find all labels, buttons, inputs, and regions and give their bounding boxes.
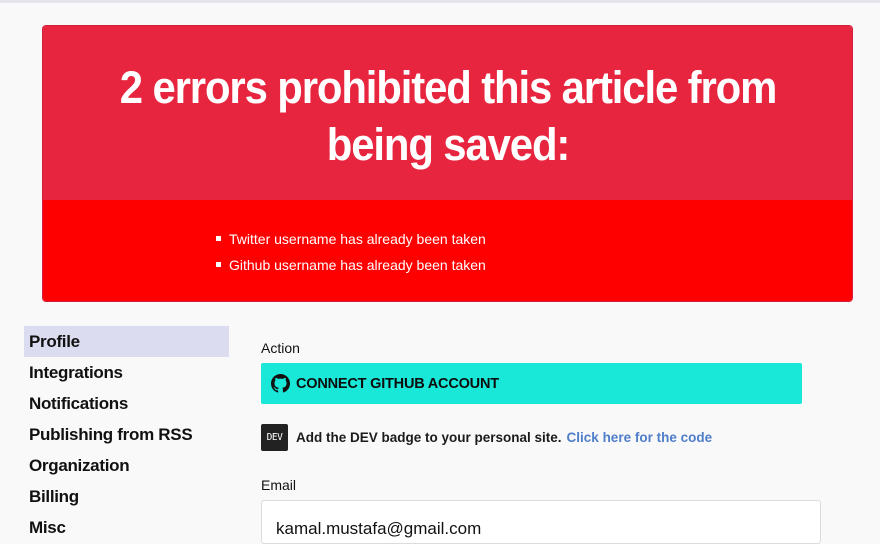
error-title: 2 errors prohibited this article from be… — [119, 62, 776, 170]
top-strip — [0, 0, 880, 3]
connect-github-label: CONNECT GITHUB ACCOUNT — [296, 375, 499, 392]
error-list: Twitter username has already been taken … — [43, 226, 852, 278]
error-body: Twitter username has already been taken … — [43, 200, 852, 301]
sidebar-item-billing[interactable]: Billing — [24, 481, 229, 512]
dev-logo-icon: DEV — [261, 424, 288, 451]
settings-sidebar: Profile Integrations Notifications Publi… — [24, 326, 229, 543]
sidebar-item-notifications[interactable]: Notifications — [24, 388, 229, 419]
bullet-icon — [216, 236, 221, 241]
connect-github-button[interactable]: CONNECT GITHUB ACCOUNT — [261, 363, 802, 404]
profile-settings-form: Action CONNECT GITHUB ACCOUNT DEV Add th… — [261, 339, 821, 544]
sidebar-item-publishing-from-rss[interactable]: Publishing from RSS — [24, 419, 229, 450]
badge-description: Add the DEV badge to your personal site. — [296, 430, 562, 445]
sidebar-item-profile[interactable]: Profile — [24, 326, 229, 357]
error-item: Github username has already been taken — [216, 252, 852, 278]
error-item-text: Github username has already been taken — [229, 257, 486, 273]
error-header: 2 errors prohibited this article from be… — [43, 26, 852, 200]
github-icon — [271, 374, 290, 393]
error-explanation-box: 2 errors prohibited this article from be… — [43, 26, 852, 301]
action-label: Action — [261, 340, 300, 356]
sidebar-item-organization[interactable]: Organization — [24, 450, 229, 481]
sidebar-item-misc[interactable]: Misc — [24, 512, 229, 543]
error-item: Twitter username has already been taken — [216, 226, 852, 252]
bullet-icon — [216, 262, 221, 267]
dev-badge-row: DEV Add the DEV badge to your personal s… — [261, 424, 802, 451]
badge-code-link[interactable]: Click here for the code — [567, 430, 713, 445]
error-item-text: Twitter username has already been taken — [229, 231, 486, 247]
sidebar-item-integrations[interactable]: Integrations — [24, 357, 229, 388]
email-field[interactable] — [261, 500, 821, 544]
email-label: Email — [261, 477, 297, 493]
